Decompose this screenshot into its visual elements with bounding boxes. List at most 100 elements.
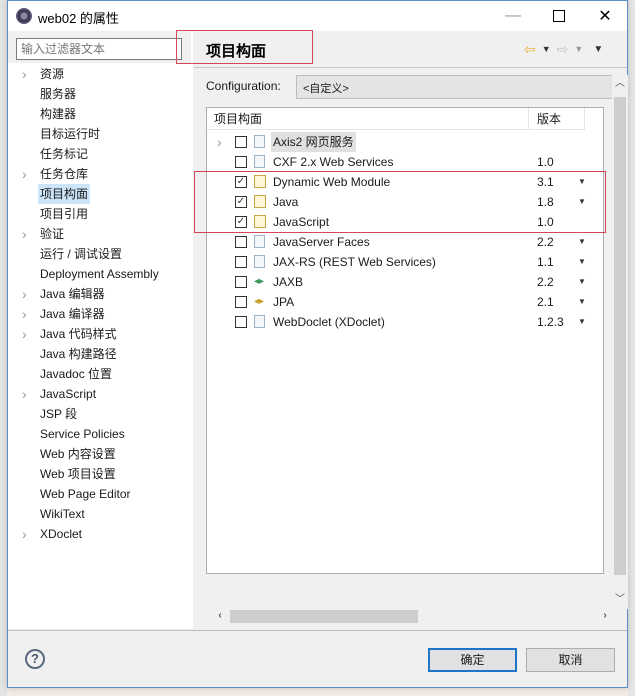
nav-item[interactable]: 目标运行时	[8, 124, 191, 144]
splitter-sash[interactable]	[191, 31, 193, 629]
title-bar: web02 的属性 — ✕	[8, 1, 627, 31]
scroll-right-icon[interactable]: ›	[597, 608, 613, 624]
configuration-value: <自定义>	[303, 83, 349, 95]
facet-checkbox[interactable]	[235, 236, 247, 248]
property-page-tree: › 资源 服务器 构建器 目标运行时 任务标记 › 任务仓库 项目构面项目引用 › 验证 运行 / 调…	[8, 63, 192, 629]
chevron-right-icon[interactable]: ›	[217, 132, 222, 152]
facet-checkbox[interactable]	[235, 276, 247, 288]
nav-item[interactable]: Javadoc 位置	[8, 364, 191, 384]
facet-row[interactable]: ◂▸ JPA 2.1 ▼	[207, 292, 603, 312]
jpa-arrows-icon: ◂▸	[253, 296, 265, 307]
chevron-right-icon[interactable]: ›	[22, 224, 27, 244]
nav-item-label: Web Page Editor	[40, 487, 131, 501]
version-dropdown-icon[interactable]: ▼	[578, 292, 586, 312]
minimize-button[interactable]: —	[490, 1, 536, 31]
configuration-combo[interactable]: <自定义>	[296, 75, 614, 99]
nav-item[interactable]: 任务标记	[8, 144, 191, 164]
nav-item[interactable]: › Java 代码样式	[8, 324, 191, 344]
nav-item[interactable]: Web 内容设置	[8, 444, 191, 464]
chevron-right-icon[interactable]: ›	[22, 164, 27, 184]
ok-button[interactable]: 确定	[428, 648, 517, 672]
nav-item[interactable]: › Java 编辑器	[8, 284, 191, 304]
cancel-button[interactable]: 取消	[526, 648, 615, 672]
version-dropdown-icon[interactable]: ▼	[578, 232, 586, 252]
scroll-up-icon[interactable]: ︿	[612, 75, 628, 93]
column-header-facet[interactable]: 项目构面	[207, 108, 529, 130]
history-nav: ⇦ ▼ ⇨ ▼ ▼	[524, 41, 603, 57]
version-dropdown-icon[interactable]: ▼	[578, 312, 586, 332]
forward-dropdown-icon[interactable]: ▼	[574, 44, 583, 54]
nav-item[interactable]: Web 项目设置	[8, 464, 191, 484]
nav-item[interactable]: WikiText	[8, 504, 191, 524]
nav-item[interactable]: 运行 / 调试设置	[8, 244, 191, 264]
facet-checkbox[interactable]	[235, 256, 247, 268]
facet-name: CXF 2.x Web Services	[273, 155, 394, 169]
nav-item-label: WikiText	[40, 507, 85, 521]
nav-item-label: 项目构面	[38, 184, 91, 204]
nav-item[interactable]: Java 构建路径	[8, 344, 191, 364]
facet-row[interactable]: ◂▸ JAXB 2.2 ▼	[207, 272, 603, 292]
chevron-right-icon[interactable]: ›	[22, 304, 27, 324]
chevron-right-icon[interactable]: ›	[22, 64, 27, 84]
nav-item[interactable]: Deployment Assembly	[8, 264, 191, 284]
facet-name: WebDoclet (XDoclet)	[273, 315, 385, 329]
nav-item[interactable]: JSP 段	[8, 404, 191, 424]
facet-checkbox[interactable]	[235, 136, 247, 148]
facet-row[interactable]: JAX-RS (REST Web Services) 1.1 ▼	[207, 252, 603, 272]
back-arrow-icon[interactable]: ⇦	[524, 41, 536, 58]
facet-checkbox[interactable]	[235, 296, 247, 308]
version-dropdown-icon[interactable]: ▼	[578, 252, 586, 272]
maximize-button[interactable]	[536, 1, 582, 31]
help-button[interactable]: ?	[25, 649, 45, 669]
back-dropdown-icon[interactable]: ▼	[542, 44, 551, 54]
horizontal-scroll-thumb[interactable]	[230, 610, 418, 623]
forward-arrow-icon[interactable]: ⇨	[557, 41, 569, 58]
facet-row[interactable]: › Axis2 网页服务	[207, 132, 603, 152]
nav-item-label: Java 代码样式	[40, 327, 117, 341]
nav-item[interactable]: 服务器	[8, 84, 191, 104]
filter-input[interactable]	[16, 38, 182, 60]
vertical-scrollbar[interactable]: ︿ ﹀	[612, 75, 628, 609]
document-icon	[254, 235, 265, 248]
eclipse-app-icon	[16, 8, 32, 24]
view-menu-icon[interactable]: ▼	[593, 44, 603, 55]
nav-item-label: Deployment Assembly	[40, 267, 159, 281]
nav-item-label: Web 项目设置	[40, 467, 116, 481]
nav-item[interactable]: › 资源	[8, 64, 191, 84]
nav-item[interactable]: 项目引用	[8, 204, 191, 224]
chevron-right-icon[interactable]: ›	[22, 384, 27, 404]
vertical-scroll-thumb[interactable]	[614, 97, 626, 575]
close-button[interactable]: ✕	[582, 1, 628, 31]
nav-item-label: Service Policies	[40, 427, 125, 441]
nav-item-label: Web 内容设置	[40, 447, 116, 461]
facet-row[interactable]: CXF 2.x Web Services 1.0	[207, 152, 603, 172]
chevron-right-icon[interactable]: ›	[22, 324, 27, 344]
scroll-down-icon[interactable]: ﹀	[612, 591, 628, 609]
nav-item-label: Java 构建路径	[40, 347, 117, 361]
horizontal-scrollbar[interactable]: ‹ ›	[212, 608, 612, 624]
nav-item[interactable]: › 任务仓库	[8, 164, 191, 184]
nav-item[interactable]: › XDoclet	[8, 524, 191, 544]
chevron-right-icon[interactable]: ›	[22, 524, 27, 544]
facet-checkbox[interactable]	[235, 316, 247, 328]
jaxb-arrows-icon: ◂▸	[253, 276, 265, 287]
nav-item[interactable]: Web Page Editor	[8, 484, 191, 504]
facet-version: 2.2	[537, 235, 554, 249]
chevron-right-icon[interactable]: ›	[22, 284, 27, 304]
facet-row[interactable]: WebDoclet (XDoclet) 1.2.3 ▼	[207, 312, 603, 332]
nav-item[interactable]: Service Policies	[8, 424, 191, 444]
nav-item[interactable]: › JavaScript	[8, 384, 191, 404]
nav-item[interactable]: 构建器	[8, 104, 191, 124]
nav-item-label: 项目引用	[40, 207, 89, 221]
nav-item-label: Java 编译器	[40, 307, 105, 321]
facet-name: JAX-RS (REST Web Services)	[273, 255, 436, 269]
column-header-version[interactable]: 版本	[529, 108, 585, 130]
nav-item[interactable]: 项目构面	[8, 184, 191, 204]
nav-item[interactable]: › Java 编译器	[8, 304, 191, 324]
scroll-left-icon[interactable]: ‹	[212, 608, 228, 624]
facet-checkbox[interactable]	[235, 156, 247, 168]
facet-row[interactable]: JavaServer Faces 2.2 ▼	[207, 232, 603, 252]
nav-item[interactable]: › 验证	[8, 224, 191, 244]
version-dropdown-icon[interactable]: ▼	[578, 272, 586, 292]
nav-item-label: Java 编辑器	[40, 287, 105, 301]
